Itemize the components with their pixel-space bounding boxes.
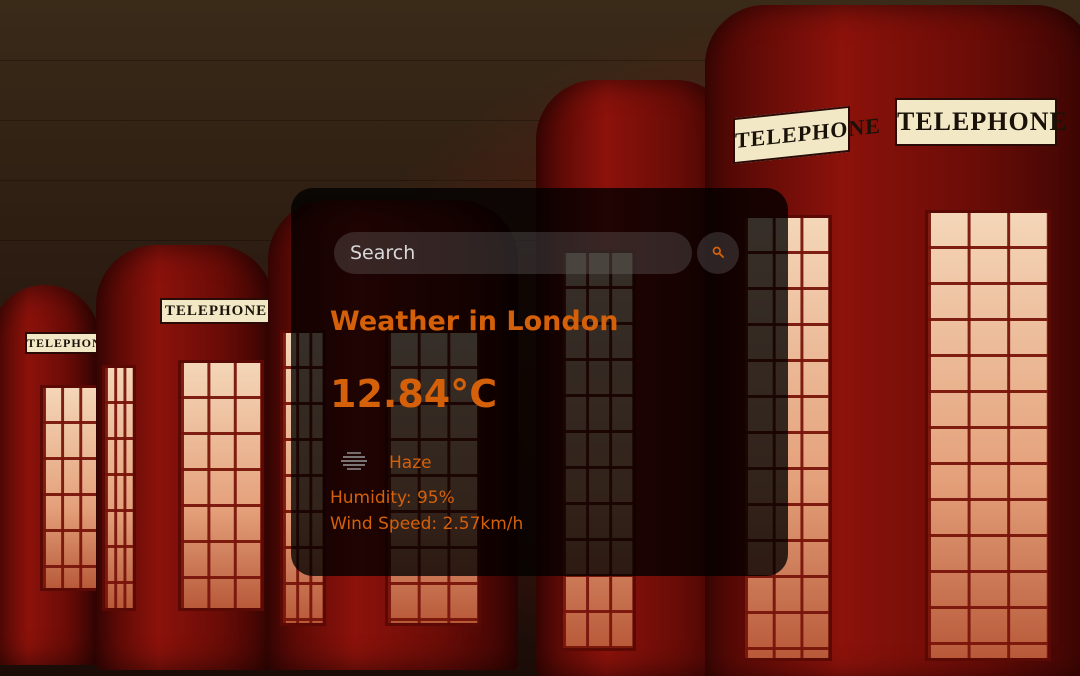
telephone-booth-window <box>40 385 101 591</box>
telephone-booth-window <box>178 360 264 611</box>
haze-icon <box>340 450 368 476</box>
search-bar <box>334 232 739 274</box>
weather-card: Weather in London 12.84°C Haze Humidity:… <box>291 188 788 576</box>
wind-speed: Wind Speed: 2.57km/h <box>330 514 524 534</box>
humidity: Humidity: 95% <box>330 488 455 508</box>
city-title: Weather in London <box>330 306 619 337</box>
telephone-booth-window <box>102 365 136 611</box>
search-icon <box>712 246 724 261</box>
search-input[interactable] <box>334 232 692 274</box>
telephone-booth-sign: TELEPHONE <box>25 332 110 354</box>
telephone-booth-window <box>925 210 1051 661</box>
condition-row: Haze <box>340 450 432 476</box>
search-button[interactable] <box>697 232 739 274</box>
condition-text: Haze <box>389 453 432 473</box>
telephone-booth-sign: TELEPHONE <box>160 298 272 324</box>
telephone-booth-sign: TELEPHONE <box>895 98 1067 146</box>
temperature: 12.84°C <box>330 372 498 416</box>
